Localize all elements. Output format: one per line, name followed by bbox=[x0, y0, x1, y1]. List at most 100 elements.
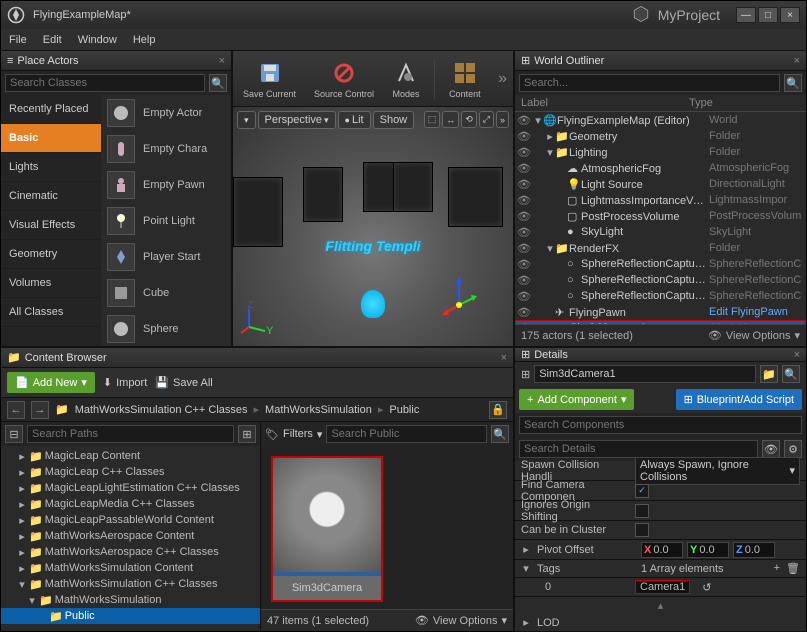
search-icon[interactable]: 🔍 bbox=[209, 74, 227, 92]
vp-tool-1[interactable]: ⬚ bbox=[424, 111, 441, 128]
close-icon[interactable]: × bbox=[794, 349, 800, 361]
outliner-row[interactable]: 👁○SphereReflectionCaptureCentreSphereRef… bbox=[515, 256, 806, 272]
hierarchy-icon[interactable]: ⊟ bbox=[5, 425, 23, 443]
search-assets-input[interactable] bbox=[326, 425, 487, 443]
visibility-eye-icon[interactable]: 👁 bbox=[517, 194, 531, 207]
tree-item[interactable]: ▸📁MagicLeapMedia C++ Classes bbox=[1, 496, 260, 512]
search-paths-input[interactable] bbox=[27, 425, 234, 443]
outliner-row[interactable]: 👁▢LightmassImportanceVolumeLightmassImpo… bbox=[515, 192, 806, 208]
tree-item[interactable]: ▸📁MathWorksAerospace C++ Classes bbox=[1, 544, 260, 560]
category-item[interactable]: Cinematic bbox=[1, 182, 101, 211]
menu-edit[interactable]: Edit bbox=[43, 34, 62, 46]
menu-help[interactable]: Help bbox=[133, 34, 156, 46]
actor-item[interactable]: Cube bbox=[101, 275, 231, 311]
outliner-row[interactable]: 👁▾🌐FlyingExampleMap (Editor)World bbox=[515, 112, 806, 128]
outliner-row[interactable]: 👁✈FlyingPawnEdit FlyingPawn bbox=[515, 304, 806, 320]
tree-item[interactable]: ▾📁MathWorksSimulation C++ Classes bbox=[1, 576, 260, 592]
visibility-eye-icon[interactable]: 👁 bbox=[517, 114, 531, 127]
tree-item[interactable]: ▸📁MathWorksSimulation Content bbox=[1, 560, 260, 576]
search-components-input[interactable] bbox=[519, 416, 802, 434]
visibility-eye-icon[interactable]: 👁 bbox=[517, 226, 531, 239]
outliner-row[interactable]: 👁▢PostProcessVolumePostProcessVolum bbox=[515, 208, 806, 224]
visibility-eye-icon[interactable]: 👁 bbox=[517, 130, 531, 143]
category-item[interactable]: Geometry bbox=[1, 240, 101, 269]
asset-tile[interactable]: Sim3dCamera bbox=[271, 456, 383, 602]
outliner-row[interactable]: 👁●SkyLightSkyLight bbox=[515, 224, 806, 240]
perspective-dropdown[interactable]: Perspective ▾ bbox=[258, 111, 336, 129]
content-button[interactable]: Content bbox=[445, 57, 485, 101]
tag-value-input[interactable]: Camera1 bbox=[635, 580, 690, 594]
breadcrumb[interactable]: Public bbox=[389, 404, 419, 416]
visibility-eye-icon[interactable]: 👁 bbox=[517, 146, 531, 159]
actor-item[interactable]: Point Light bbox=[101, 203, 231, 239]
locate-icon[interactable]: 🔍 bbox=[782, 365, 800, 383]
visibility-eye-icon[interactable]: 👁 bbox=[517, 242, 531, 255]
clear-tags-icon[interactable]: 🗑 bbox=[786, 562, 800, 575]
browse-icon[interactable]: 📁 bbox=[760, 365, 778, 383]
viewport-3d[interactable]: ▾ Perspective ▾ ● Lit Show ⬚ ↔ ⟲ ⤢ » Fli bbox=[233, 107, 513, 346]
close-icon[interactable]: × bbox=[219, 55, 225, 67]
close-icon[interactable]: × bbox=[794, 55, 800, 67]
tree-item[interactable]: ▸📁MagicLeapLightEstimation C++ Classes bbox=[1, 480, 260, 496]
actor-item[interactable]: Player Start bbox=[101, 239, 231, 275]
vp-tool-5[interactable]: » bbox=[496, 111, 509, 128]
tree-item[interactable]: ▸📁MagicLeap Content bbox=[1, 448, 260, 464]
category-item[interactable]: Recently Placed bbox=[1, 95, 101, 124]
toolbar-overflow-icon[interactable]: » bbox=[498, 70, 507, 88]
tree-item[interactable]: ▸📁MagicLeap C++ Classes bbox=[1, 464, 260, 480]
category-item[interactable]: All Classes bbox=[1, 298, 101, 327]
pivot-x-input[interactable]: X0.0 bbox=[641, 542, 683, 558]
actor-item[interactable]: Empty Actor bbox=[101, 95, 231, 131]
nav-back-button[interactable]: ← bbox=[7, 401, 25, 419]
tree-item[interactable]: 📁Public bbox=[1, 608, 260, 624]
outliner-search-input[interactable] bbox=[519, 74, 780, 92]
add-component-button[interactable]: + Add Component ▾ bbox=[519, 389, 634, 410]
pivot-z-input[interactable]: Z0.0 bbox=[733, 542, 775, 558]
tree-item[interactable]: ▸📁MagicLeapPassableWorld Content bbox=[1, 512, 260, 528]
search-icon[interactable]: 🔍 bbox=[491, 425, 509, 443]
ignore-origin-checkbox[interactable] bbox=[635, 504, 649, 518]
view-options-dropdown[interactable]: View Options bbox=[433, 615, 498, 627]
visibility-eye-icon[interactable]: 👁 bbox=[517, 210, 531, 223]
save-all-button[interactable]: 💾 Save All bbox=[155, 376, 212, 389]
outliner-row[interactable]: 👁▸📁GeometryFolder bbox=[515, 128, 806, 144]
translate-gizmo-icon[interactable] bbox=[439, 275, 479, 318]
outliner-col-type[interactable]: Type bbox=[689, 97, 713, 109]
source-control-button[interactable]: Source Control bbox=[310, 57, 378, 101]
close-icon[interactable]: × bbox=[501, 352, 507, 364]
tree-item[interactable]: ▾📁MathWorksSimulation bbox=[1, 592, 260, 608]
outliner-row[interactable]: 👁○SphereReflectionCaptureRightSphereRefl… bbox=[515, 288, 806, 304]
actor-item[interactable]: Empty Chara bbox=[101, 131, 231, 167]
visibility-eye-icon[interactable]: 👁 bbox=[517, 306, 531, 319]
view-options-dropdown[interactable]: View Options bbox=[726, 330, 791, 342]
category-item[interactable]: Volumes bbox=[1, 269, 101, 298]
nav-fwd-button[interactable]: → bbox=[31, 401, 49, 419]
import-button[interactable]: ⬇ Import bbox=[103, 376, 147, 389]
modes-button[interactable]: Modes bbox=[388, 57, 424, 101]
viewport-menu-icon[interactable]: ▾ bbox=[237, 111, 256, 129]
tree-item[interactable]: ▸📁MathWorksAerospace Content bbox=[1, 528, 260, 544]
show-dropdown[interactable]: Show bbox=[373, 111, 415, 129]
expand-icon[interactable]: ▾ bbox=[521, 562, 531, 575]
close-button[interactable]: × bbox=[780, 7, 800, 23]
expand-icon[interactable]: ⊞ bbox=[238, 425, 256, 443]
outliner-row[interactable]: 👁○SphereReflectionCaptureLeftSphereRefle… bbox=[515, 272, 806, 288]
maximize-button[interactable]: □ bbox=[758, 7, 778, 23]
actor-name-input[interactable] bbox=[534, 365, 756, 383]
minimize-button[interactable]: — bbox=[736, 7, 756, 23]
outliner-row[interactable]: 👁☁AtmosphericFogAtmosphericFog bbox=[515, 160, 806, 176]
reset-icon[interactable]: ↺ bbox=[702, 581, 711, 594]
eye-icon[interactable]: 👁 bbox=[762, 440, 780, 458]
pivot-y-input[interactable]: Y0.0 bbox=[687, 542, 729, 558]
lod-section[interactable]: ▸ LOD bbox=[515, 614, 806, 632]
search-icon[interactable]: 🔍 bbox=[784, 74, 802, 92]
outliner-row[interactable]: 👁▾📁LightingFolder bbox=[515, 144, 806, 160]
visibility-eye-icon[interactable]: 👁 bbox=[517, 274, 531, 287]
add-tag-icon[interactable]: + bbox=[774, 562, 780, 575]
visibility-eye-icon[interactable]: 👁 bbox=[517, 178, 531, 191]
blueprint-button[interactable]: ⊞ Blueprint/Add Script bbox=[676, 389, 802, 410]
menu-window[interactable]: Window bbox=[78, 34, 117, 46]
can-cluster-checkbox[interactable] bbox=[635, 523, 649, 537]
vp-tool-3[interactable]: ⟲ bbox=[461, 111, 477, 128]
find-camera-checkbox[interactable] bbox=[635, 484, 649, 498]
